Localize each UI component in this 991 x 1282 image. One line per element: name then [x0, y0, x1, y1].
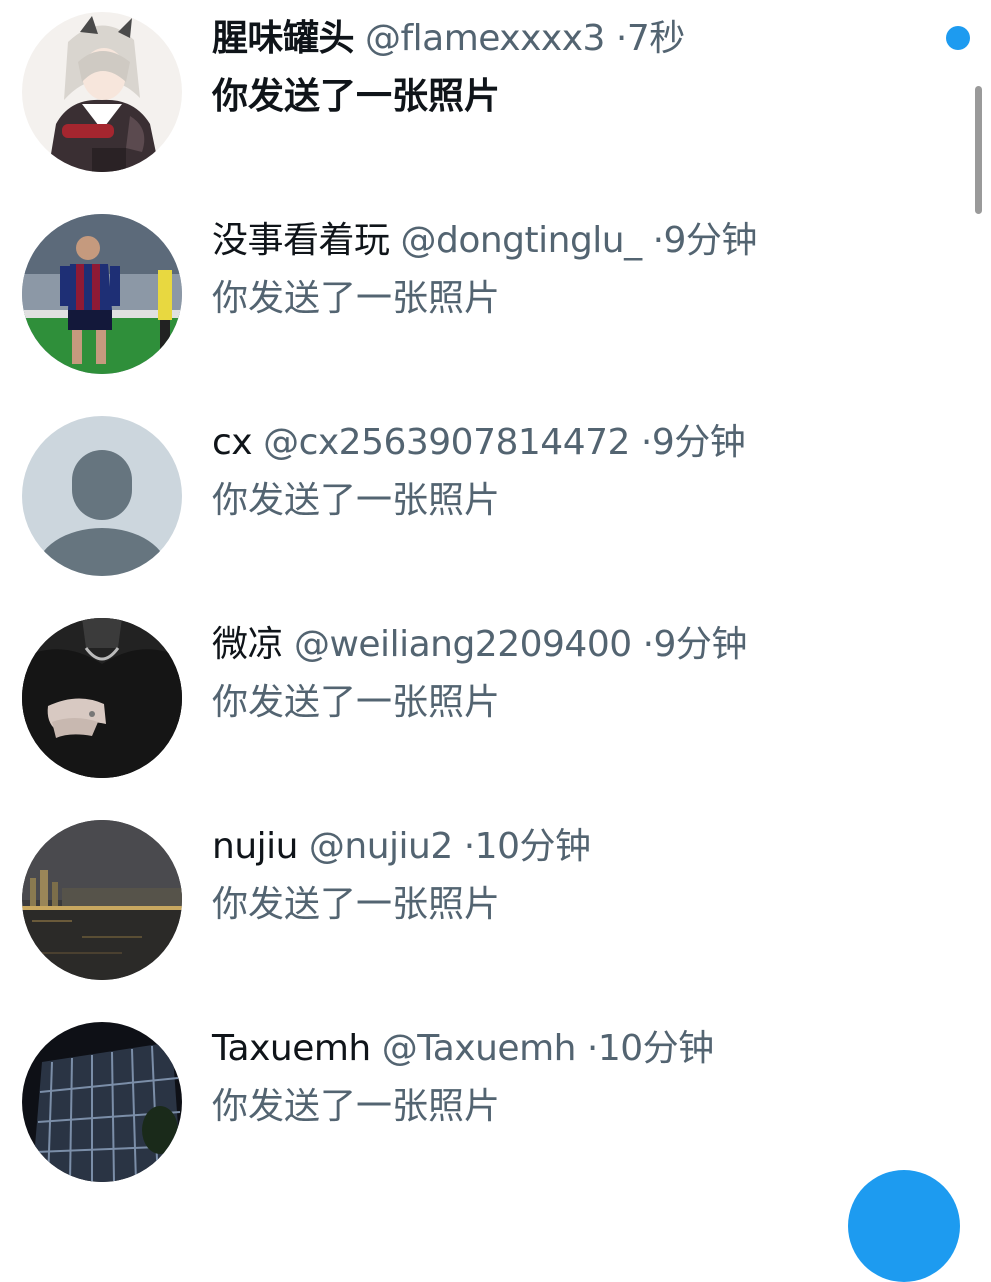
football-player-avatar-image — [22, 214, 182, 374]
conversation-row[interactable]: 腥味罐头 @flamexxxx3 ·7秒 你发送了一张照片 — [0, 0, 991, 202]
timestamp: 10分钟 — [597, 1028, 714, 1069]
separator-dot: · — [615, 18, 627, 59]
avatar[interactable] — [22, 12, 182, 172]
new-message-button[interactable] — [848, 1170, 960, 1282]
display-name: 没事看着玩 — [212, 220, 390, 261]
display-name: 微凉 — [212, 624, 284, 665]
message-preview: 你发送了一张照片 — [212, 682, 501, 723]
conversation-header: 微凉 @weiliang2209400 ·9分钟 — [212, 620, 747, 670]
display-name: 腥味罐头 — [212, 18, 355, 59]
night-building-avatar-image — [22, 1022, 182, 1182]
conversation-header: Taxuemh @Taxuemh ·10分钟 — [212, 1024, 714, 1074]
conversation-header: cx @cx2563907814472 ·9分钟 — [212, 418, 746, 468]
conversation-row[interactable]: Taxuemh @Taxuemh ·10分钟 你发送了一张照片 — [0, 1010, 991, 1212]
conversation-row[interactable]: 没事看着玩 @dongtinglu_ ·9分钟 你发送了一张照片 — [0, 202, 991, 404]
timestamp: 9分钟 — [653, 624, 748, 665]
avatar[interactable] — [22, 214, 182, 374]
anime-character-avatar-image — [22, 12, 182, 172]
message-preview: 你发送了一张照片 — [212, 76, 501, 117]
avatar[interactable] — [22, 416, 182, 576]
message-preview: 你发送了一张照片 — [212, 480, 501, 521]
conversation-row[interactable]: cx @cx2563907814472 ·9分钟 你发送了一张照片 — [0, 404, 991, 606]
conversation-header: 腥味罐头 @flamexxxx3 ·7秒 — [212, 14, 685, 64]
user-handle: @flamexxxx3 — [364, 18, 605, 59]
timestamp: 7秒 — [626, 18, 685, 59]
conversation-row[interactable]: nujiu @nujiu2 ·10分钟 你发送了一张照片 — [0, 808, 991, 1010]
conversation-row[interactable]: 微凉 @weiliang2209400 ·9分钟 你发送了一张照片 — [0, 606, 991, 808]
dark-clothing-hand-avatar-image — [22, 618, 182, 778]
separator-dot: · — [652, 220, 664, 261]
scrollbar[interactable] — [975, 86, 982, 214]
display-name: cx — [212, 422, 253, 463]
avatar[interactable] — [22, 1022, 182, 1182]
message-preview: 你发送了一张照片 — [212, 278, 501, 319]
display-name: nujiu — [212, 826, 298, 867]
separator-dot: · — [463, 826, 475, 867]
avatar[interactable] — [22, 820, 182, 980]
separator-dot: · — [640, 422, 652, 463]
conversation-header: nujiu @nujiu2 ·10分钟 — [212, 822, 591, 872]
message-preview: 你发送了一张照片 — [212, 1086, 501, 1127]
display-name: Taxuemh — [212, 1028, 371, 1069]
timestamp: 9分钟 — [651, 422, 746, 463]
separator-dot: · — [642, 624, 654, 665]
conversation-header: 没事看着玩 @dongtinglu_ ·9分钟 — [212, 216, 757, 266]
separator-dot: · — [586, 1028, 598, 1069]
user-handle: @cx2563907814472 — [263, 422, 630, 463]
unread-indicator — [946, 26, 970, 50]
user-handle: @nujiu2 — [308, 826, 453, 867]
user-handle: @Taxuemh — [381, 1028, 577, 1069]
timestamp: 9分钟 — [663, 220, 758, 261]
user-handle: @dongtinglu_ — [400, 220, 642, 261]
timestamp: 10分钟 — [474, 826, 591, 867]
night-river-city-avatar-image — [22, 820, 182, 980]
default-profile-avatar-image — [22, 416, 182, 576]
avatar[interactable] — [22, 618, 182, 778]
user-handle: @weiliang2209400 — [293, 624, 632, 665]
message-preview: 你发送了一张照片 — [212, 884, 501, 925]
